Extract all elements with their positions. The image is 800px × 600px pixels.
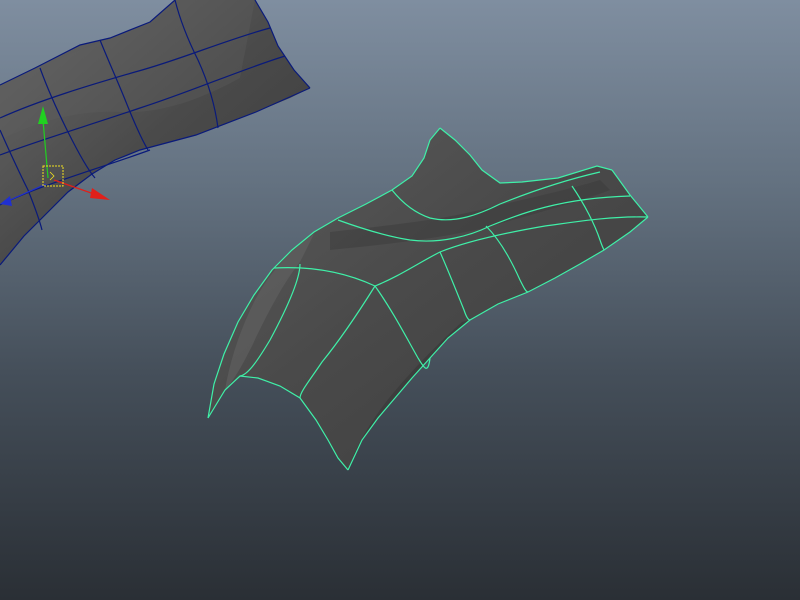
viewport-3d[interactable]: [0, 0, 800, 600]
selected-nurbs-surface[interactable]: [207, 127, 649, 471]
viewport-scene[interactable]: [0, 0, 800, 600]
unselected-nurbs-surface[interactable]: [0, 0, 311, 266]
x-axis-arrow-icon[interactable]: [90, 188, 110, 200]
